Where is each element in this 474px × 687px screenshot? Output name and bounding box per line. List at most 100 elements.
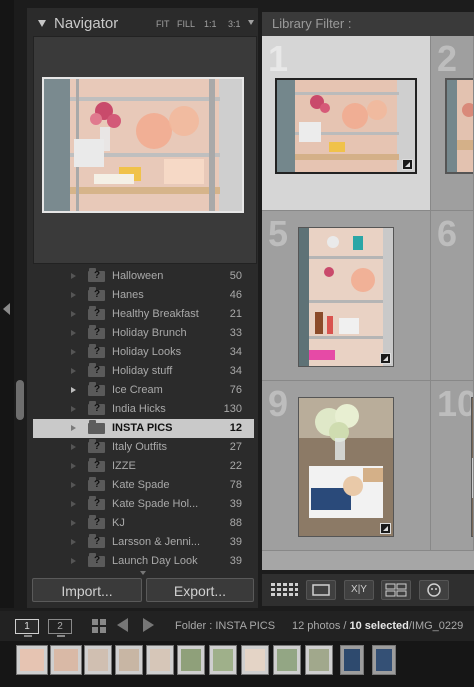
zoom-fill-option[interactable]: FILL: [177, 19, 195, 29]
import-button[interactable]: Import...: [32, 578, 142, 602]
filmstrip-thumbnail[interactable]: [305, 645, 333, 675]
expand-triangle-icon[interactable]: [71, 273, 76, 279]
second-monitor-button[interactable]: 2: [48, 619, 72, 637]
folder-row-kate-spade[interactable]: ? Kate Spade 78: [33, 476, 254, 495]
photo-thumbnail[interactable]: [445, 78, 473, 174]
folder-row-insta-pics[interactable]: INSTA PICS 12: [33, 419, 254, 438]
filmstrip-thumbnail[interactable]: [209, 645, 237, 675]
zoom-fit-option[interactable]: FIT: [156, 19, 170, 29]
photo-grid: 1 2 5 6 9 10: [262, 36, 474, 570]
filmstrip-selection-info: 12 photos / 10 selected/IMG_0229: [292, 620, 463, 632]
filmstrip-thumbnail[interactable]: [16, 645, 48, 675]
folder-row-italy-outfits[interactable]: ? Italy Outfits 27: [33, 438, 254, 457]
expand-triangle-icon[interactable]: [71, 463, 76, 469]
folder-row-holiday-looks[interactable]: ? Holiday Looks 34: [33, 343, 254, 362]
grid-cell[interactable]: 9: [262, 381, 431, 551]
folder-icon: [88, 420, 105, 434]
zoom-3to1-option[interactable]: 3:1: [228, 19, 241, 29]
filmstrip-thumbnail[interactable]: [177, 645, 205, 675]
folder-row-healthy-breakfast[interactable]: ? Healthy Breakfast 21: [33, 305, 254, 324]
folder-row-hanes[interactable]: ? Hanes 46: [33, 286, 254, 305]
zoom-1to1-option[interactable]: 1:1: [204, 19, 217, 29]
folder-row-ice-cream[interactable]: ? Ice Cream 76: [33, 381, 254, 400]
folder-count: 33: [229, 327, 242, 339]
folder-row-larsson-jenni[interactable]: ? Larsson & Jenni... 39: [33, 533, 254, 552]
people-view-icon[interactable]: [419, 580, 449, 600]
filmstrip-source-label[interactable]: Folder : INSTA PICS: [175, 620, 275, 632]
folder-row-izze[interactable]: ? IZZE 22: [33, 457, 254, 476]
expand-triangle-icon[interactable]: [71, 558, 76, 564]
folder-missing-icon: ?: [88, 439, 105, 453]
folder-name: Italy Outfits: [112, 441, 168, 453]
folder-count: 76: [229, 384, 242, 396]
folder-name: Halloween: [112, 270, 164, 282]
folder-row-holiday-stuff[interactable]: ? Holiday stuff 34: [33, 362, 254, 381]
folder-count: 21: [229, 308, 242, 320]
back-arrow-icon[interactable]: [117, 618, 128, 632]
cell-index: 6: [437, 213, 458, 254]
expand-triangle-icon[interactable]: [71, 520, 76, 526]
photo-thumbnail[interactable]: [275, 78, 417, 174]
filmstrip-thumbnail[interactable]: [146, 645, 174, 675]
filmstrip-thumbnail[interactable]: [115, 645, 143, 675]
folder-name: Hanes: [112, 289, 144, 301]
expand-triangle-icon[interactable]: [71, 387, 76, 393]
filmstrip-thumbnail[interactable]: [84, 645, 112, 675]
expand-triangle-icon[interactable]: [71, 292, 76, 298]
expand-triangle-icon[interactable]: [71, 501, 76, 507]
folder-name: Kate Spade: [112, 479, 170, 491]
photo-thumbnail[interactable]: [298, 397, 394, 537]
expand-triangle-icon[interactable]: [71, 349, 76, 355]
export-button[interactable]: Export...: [146, 578, 254, 602]
folder-row-holiday-brunch[interactable]: ? Holiday Brunch 33: [33, 324, 254, 343]
forward-arrow-icon[interactable]: [143, 618, 154, 632]
folder-name: Launch Day Look: [112, 555, 198, 567]
main-monitor-button[interactable]: 1: [15, 619, 39, 637]
survey-view-icon[interactable]: [381, 580, 411, 600]
grid-cell[interactable]: 1: [262, 36, 431, 211]
expand-triangle-icon[interactable]: [71, 425, 76, 431]
filmstrip-thumbnail[interactable]: [50, 645, 82, 675]
navigator-preview-image[interactable]: [42, 77, 244, 213]
folder-name: Larsson & Jenni...: [112, 536, 201, 548]
expand-triangle-icon[interactable]: [71, 482, 76, 488]
folder-name: India Hicks: [112, 403, 166, 415]
folder-row-launch-day-look[interactable]: ? Launch Day Look 39: [33, 552, 254, 571]
develop-adjusted-icon: [380, 353, 391, 364]
expand-triangle-icon[interactable]: [71, 368, 76, 374]
filmstrip-thumbnail[interactable]: [241, 645, 269, 675]
folder-count: 39: [229, 555, 242, 567]
expand-triangle-icon[interactable]: [71, 311, 76, 317]
scroll-down-icon[interactable]: [140, 571, 146, 575]
left-panel-scrollbar[interactable]: [16, 380, 24, 420]
compare-view-icon[interactable]: X|Y: [344, 580, 374, 600]
cell-index: 2: [437, 38, 458, 79]
zoom-dropdown-icon[interactable]: [248, 20, 254, 25]
folder-row-kj[interactable]: ? KJ 88: [33, 514, 254, 533]
expand-triangle-icon[interactable]: [71, 539, 76, 545]
filmstrip-thumbnail[interactable]: [340, 645, 364, 675]
grid-cell[interactable]: 2: [431, 36, 474, 211]
grid-cell[interactable]: 6: [431, 211, 474, 381]
expand-triangle-icon[interactable]: [71, 444, 76, 450]
expand-triangle-icon[interactable]: [71, 330, 76, 336]
grid-cell[interactable]: 10: [431, 381, 474, 551]
collapse-left-panel-icon[interactable]: [3, 303, 10, 315]
folder-row-kate-spade-hol[interactable]: ? Kate Spade Hol... 39: [33, 495, 254, 514]
folder-missing-icon: ?: [88, 306, 105, 320]
folder-row-halloween[interactable]: ? Halloween 50: [33, 267, 254, 286]
grid-view-small-icon[interactable]: [92, 619, 106, 633]
folder-row-india-hicks[interactable]: ? India Hicks 130: [33, 400, 254, 419]
cell-index: 1: [268, 38, 289, 79]
folder-missing-icon: ?: [88, 534, 105, 548]
loupe-view-icon[interactable]: [306, 580, 336, 600]
grid-view-icon[interactable]: [269, 580, 299, 600]
filmstrip-thumbnail[interactable]: [372, 645, 396, 675]
photo-thumbnail[interactable]: [298, 227, 394, 367]
folder-missing-icon: ?: [88, 496, 105, 510]
library-filter-label: Library Filter :: [272, 16, 352, 31]
grid-cell[interactable]: 5: [262, 211, 431, 381]
expand-triangle-icon[interactable]: [71, 406, 76, 412]
filmstrip-thumbnail[interactable]: [273, 645, 301, 675]
navigator-collapse-icon[interactable]: [38, 20, 46, 27]
